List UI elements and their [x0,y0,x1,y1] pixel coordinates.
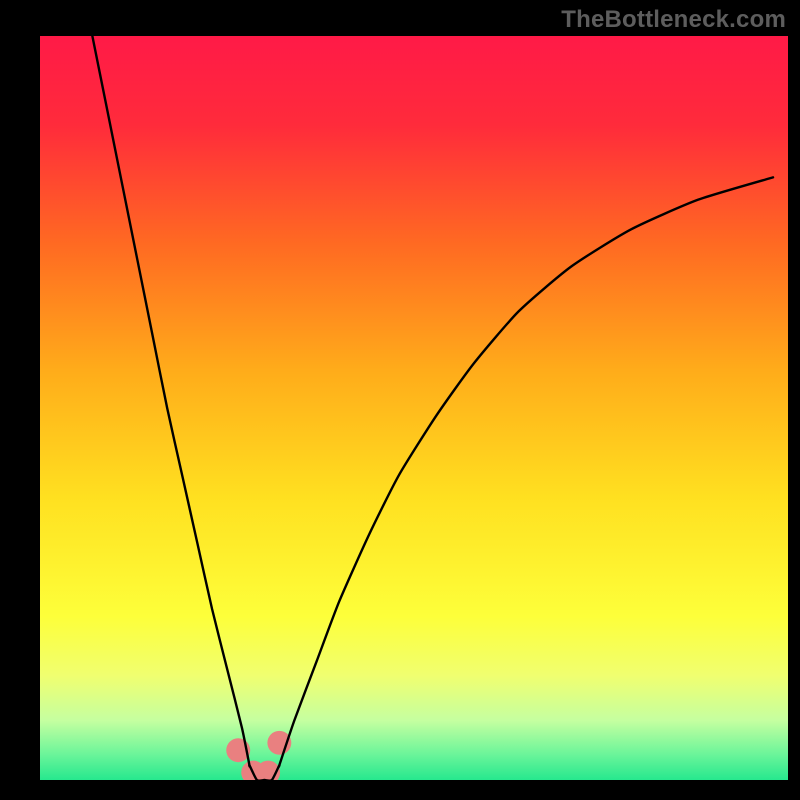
plot-background-gradient [40,36,788,780]
bottleneck-chart [0,0,800,800]
watermark-text: TheBottleneck.com [561,6,786,34]
chart-outer-frame: TheBottleneck.com [0,0,800,800]
